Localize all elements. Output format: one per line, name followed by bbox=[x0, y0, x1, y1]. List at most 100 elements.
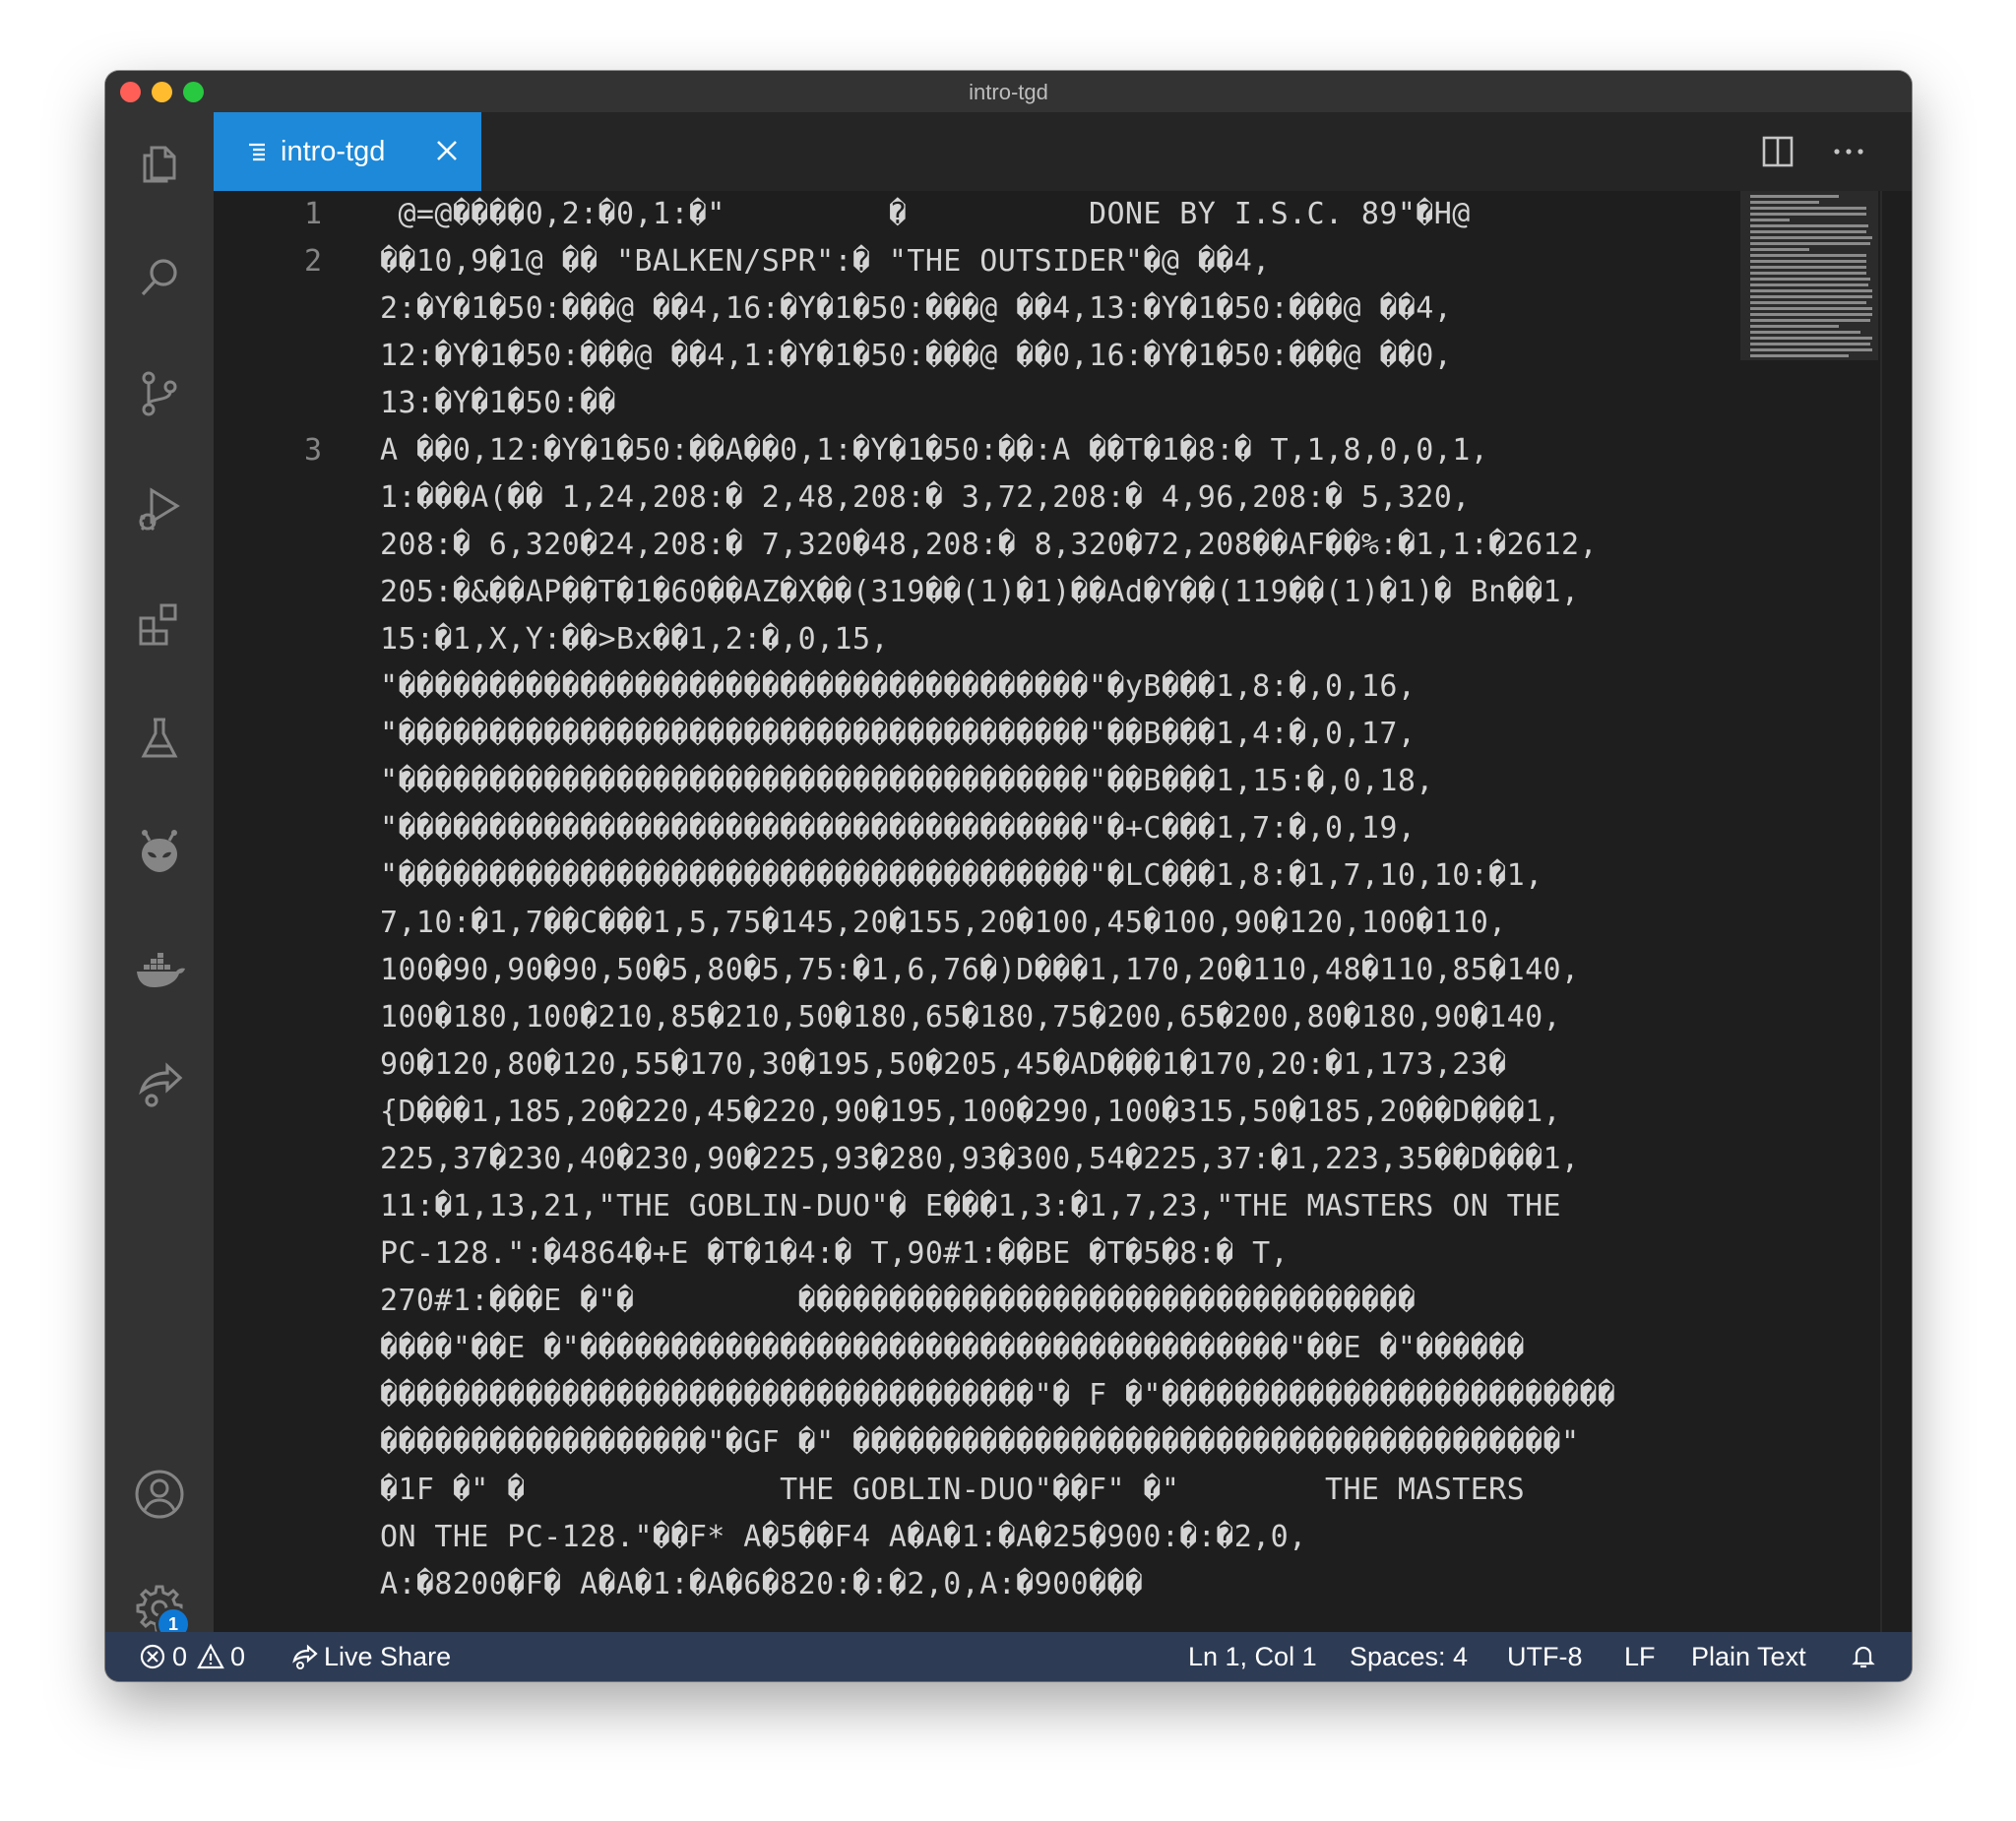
live-share-status[interactable]: Live Share bbox=[290, 1632, 451, 1681]
minimap-line bbox=[1750, 272, 1866, 275]
close-tab-icon[interactable] bbox=[434, 138, 460, 163]
minimap-line bbox=[1750, 354, 1849, 357]
code-line: ������������������"�GF �" ��������������… bbox=[380, 1425, 1580, 1460]
error-count: 0 bbox=[172, 1641, 188, 1671]
minimap-line bbox=[1750, 295, 1872, 298]
minimap-line bbox=[1750, 337, 1872, 340]
tab-bar: intro-tgd bbox=[214, 112, 1912, 191]
code-line: ��10,9�1@ �� "BALKEN/SPR":� "THE OUTSIDE… bbox=[380, 244, 1271, 279]
minimap-line bbox=[1750, 313, 1872, 316]
tab-intro-tgd[interactable]: intro-tgd bbox=[214, 112, 481, 191]
code-line: PC-128.":�4864�+E �T�1�4:� T,90#1:��BE �… bbox=[380, 1236, 1290, 1271]
tab-label: intro-tgd bbox=[281, 135, 386, 167]
minimap-line bbox=[1750, 289, 1872, 292]
code-line: 270#1:���E �"� �������������������������… bbox=[380, 1284, 1417, 1318]
extensions-icon[interactable] bbox=[132, 597, 187, 652]
alien-icon[interactable] bbox=[132, 825, 187, 880]
code-line: 11:�1,13,21,"THE GOBLIN-DUO"� E���1,3:�1… bbox=[380, 1189, 1561, 1224]
encoding-setting[interactable]: UTF-8 bbox=[1507, 1632, 1583, 1681]
cursor-position[interactable]: Ln 1, Col 1 bbox=[1188, 1632, 1317, 1681]
code-content[interactable]: @=@����0,2:�0,1:�" � DONE BY I.S.C. 89"�… bbox=[380, 191, 1719, 1632]
minimap-line bbox=[1750, 343, 1870, 345]
line-number: 3 bbox=[303, 433, 322, 468]
code-line: 15:�1,X,Y:��>Bx��1,2:�,0,15, bbox=[380, 622, 889, 657]
code-line: 13:�Y�1�50:�� bbox=[380, 386, 616, 420]
minimap-line bbox=[1750, 195, 1839, 198]
code-line: �1F �" � THE GOBLIN-DUO"��F" �" THE MAST… bbox=[380, 1473, 1526, 1507]
warning-count: 0 bbox=[230, 1641, 246, 1671]
bell-icon bbox=[1852, 1646, 1875, 1668]
minimap-line bbox=[1750, 248, 1809, 251]
editor-area[interactable]: 1 2 3 @=@����0,2:�0,1:�" � DONE BY I.S.C… bbox=[214, 191, 1912, 1632]
account-icon[interactable] bbox=[132, 1467, 187, 1522]
line-number-gutter: 1 2 3 bbox=[214, 191, 332, 1632]
code-line: A ��0,12:�Y�1�50:��A��0,1:�Y�1�50:��:A �… bbox=[380, 433, 1489, 468]
notifications-button[interactable] bbox=[1850, 1632, 1883, 1681]
vscode-window: intro-tgd 1 intro-tgd 1 2 3 @=@����0,2:�… bbox=[105, 71, 1912, 1681]
code-line: 100�180,100�210,85�210,50�180,65�180,75�… bbox=[380, 1000, 1561, 1035]
code-line: "��������������������������������������"… bbox=[380, 811, 1417, 846]
code-line: 205:�&��AP��T�1�60��AZ�X��(319��(1)�1)��… bbox=[380, 575, 1580, 609]
line-number: 1 bbox=[303, 197, 322, 231]
line-number: 2 bbox=[303, 244, 322, 279]
search-icon[interactable] bbox=[132, 250, 187, 305]
language-mode[interactable]: Plain Text bbox=[1691, 1632, 1806, 1681]
minimap-line bbox=[1750, 283, 1868, 286]
code-line: A:�8200�F� A�A�1:�A�6�820:�:�2,0,A:�900�… bbox=[380, 1567, 1144, 1601]
vertical-scrollbar[interactable] bbox=[1880, 191, 1882, 1632]
code-line: "��������������������������������������"… bbox=[380, 717, 1417, 751]
code-line: 12:�Y�1�50:���@ ��4,1:�Y�1�50:���@ ��0,1… bbox=[380, 339, 1453, 373]
code-line: "��������������������������������������"… bbox=[380, 669, 1417, 704]
live-share-status-icon bbox=[292, 1644, 318, 1669]
plain-text-file-icon bbox=[249, 143, 265, 161]
window-title: intro-tgd bbox=[969, 80, 1048, 104]
code-line: @=@����0,2:�0,1:�" � DONE BY I.S.C. 89"�… bbox=[380, 197, 1471, 231]
minimap-line bbox=[1750, 201, 1819, 204]
code-line: 7,10:�1,7��C���1,5,75�145,20�155,20�100,… bbox=[380, 906, 1507, 940]
status-bar: 0 0 Live Share Ln 1, Col 1 Spaces: 4 UTF… bbox=[105, 1632, 1912, 1681]
code-line: 1:���A(�� 1,24,208:� 2,48,208:� 3,72,208… bbox=[380, 480, 1471, 515]
minimap-line bbox=[1750, 207, 1866, 210]
code-line: {D���1,185,20�220,45�220,90�195,100�290,… bbox=[380, 1095, 1561, 1129]
live-share-label: Live Share bbox=[324, 1641, 452, 1671]
more-actions-icon[interactable] bbox=[1829, 134, 1868, 169]
files-icon[interactable] bbox=[132, 136, 187, 191]
minimap-line bbox=[1750, 331, 1860, 334]
code-line: ������������������������������������"� F… bbox=[380, 1378, 1616, 1413]
code-line: 208:� 6,320�24,208:� 7,320�48,208:� 8,32… bbox=[380, 528, 1598, 562]
warning-icon bbox=[197, 1643, 224, 1669]
minimap-line bbox=[1750, 325, 1839, 328]
testing-icon[interactable] bbox=[132, 711, 187, 766]
split-editor-icon[interactable] bbox=[1760, 134, 1796, 169]
error-icon bbox=[140, 1644, 165, 1669]
code-line: "��������������������������������������"… bbox=[380, 764, 1434, 798]
code-line: 2:�Y�1�50:���@ ��4,16:�Y�1�50:���@ ��4,1… bbox=[380, 291, 1453, 326]
minimap-line bbox=[1750, 260, 1866, 263]
minimap-line bbox=[1750, 254, 1866, 257]
minimap-line bbox=[1750, 236, 1872, 239]
code-line: 100�90,90�90,50�5,80�5,75:�1,6,76�)D���1… bbox=[380, 953, 1580, 987]
problems-indicator[interactable]: 0 0 bbox=[139, 1632, 245, 1681]
source-control-icon[interactable] bbox=[132, 366, 187, 421]
minimap-line bbox=[1750, 242, 1870, 245]
minimap-line bbox=[1750, 319, 1870, 322]
docker-icon[interactable] bbox=[132, 941, 187, 996]
code-line: ON THE PC-128."��F* A�5��F4 A�A�1:�A�25�… bbox=[380, 1520, 1307, 1554]
minimap-line bbox=[1750, 348, 1872, 351]
code-line: ����"��E �"�����������������������������… bbox=[380, 1331, 1526, 1365]
minimap-line bbox=[1750, 278, 1870, 281]
minimap-line bbox=[1750, 213, 1866, 216]
minimap-line bbox=[1750, 266, 1866, 269]
minimap-line bbox=[1750, 230, 1866, 233]
run-debug-icon[interactable] bbox=[132, 480, 187, 535]
minimap-line bbox=[1750, 307, 1872, 310]
gear-icon[interactable]: 1 bbox=[132, 1581, 191, 1642]
minimap-line bbox=[1750, 301, 1866, 304]
line-ending-setting[interactable]: LF bbox=[1624, 1632, 1656, 1681]
minimap-line bbox=[1750, 224, 1868, 227]
live-share-icon[interactable] bbox=[132, 1057, 187, 1112]
minimap[interactable] bbox=[1740, 191, 1878, 360]
code-line: 90�120,80�120,55�170,30�195,50�205,45�AD… bbox=[380, 1047, 1507, 1082]
title-bar: intro-tgd bbox=[105, 71, 1912, 113]
indentation-setting[interactable]: Spaces: 4 bbox=[1350, 1632, 1468, 1681]
